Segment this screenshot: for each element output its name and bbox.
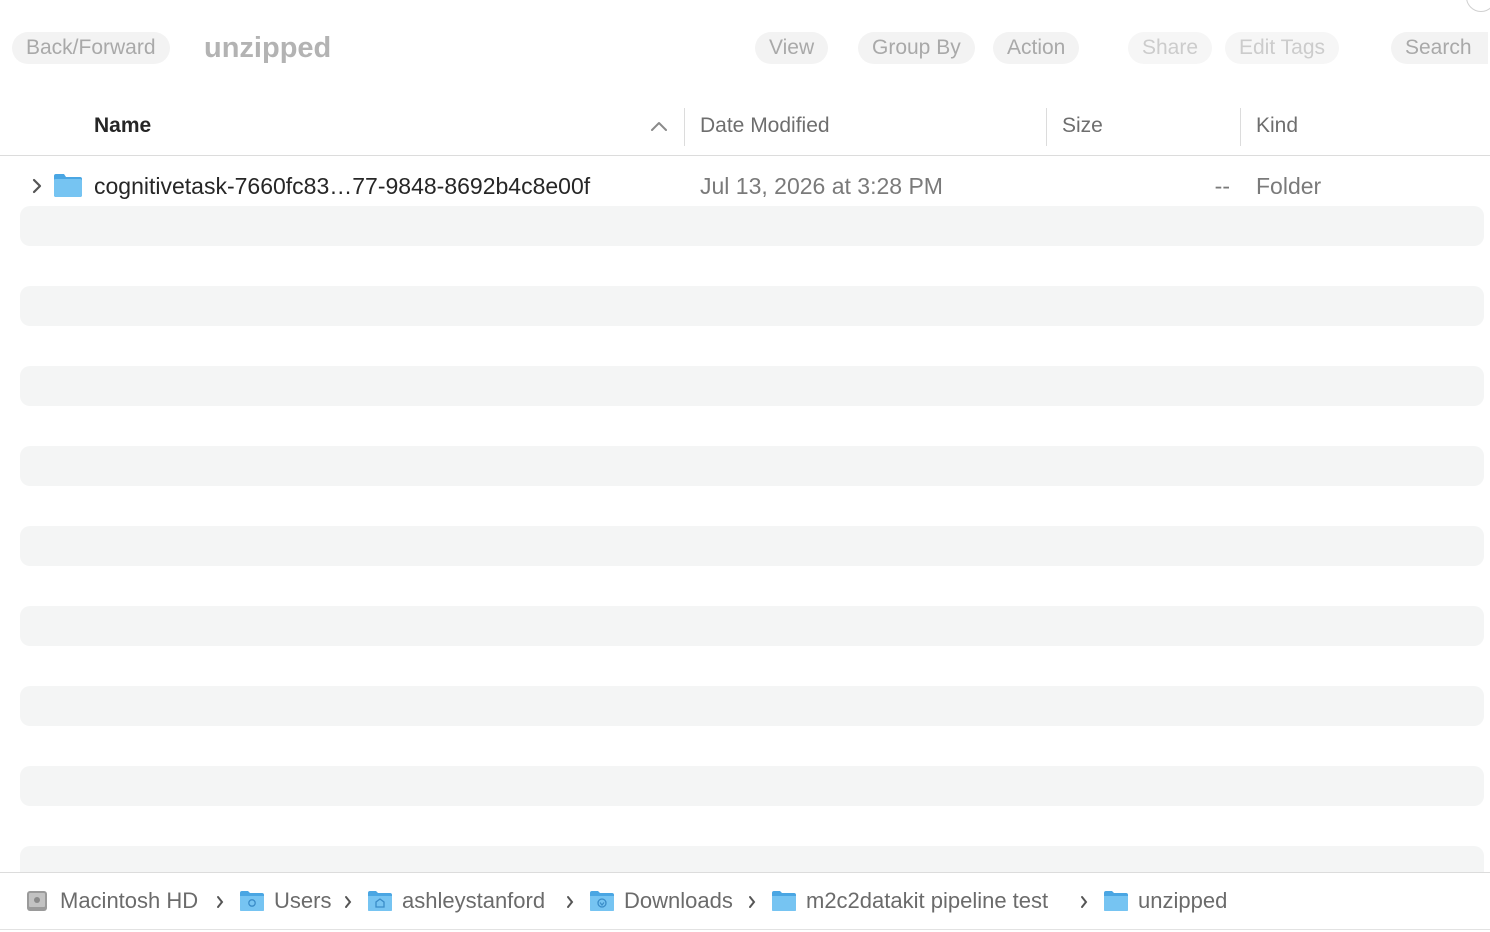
window-corner <box>1466 0 1490 12</box>
group-by-button[interactable]: Group By <box>858 32 975 64</box>
empty-row <box>20 686 1484 726</box>
path-item-ashleystanford[interactable]: ashleystanford <box>402 873 545 929</box>
chevron-right-icon <box>345 896 352 908</box>
file-size: -- <box>1214 173 1230 199</box>
users-folder-icon <box>240 891 264 911</box>
column-date-modified[interactable]: Date Modified <box>700 106 830 146</box>
empty-row <box>20 526 1484 566</box>
column-kind[interactable]: Kind <box>1256 106 1298 146</box>
empty-row <box>20 366 1484 406</box>
edit-tags-button[interactable]: Edit Tags <box>1225 32 1339 64</box>
file-date-modified: Jul 13, 2026 at 3:28 PM <box>700 173 943 199</box>
home-folder-icon <box>368 891 392 911</box>
column-header: Name Date Modified Size Kind <box>0 106 1490 156</box>
empty-row <box>20 446 1484 486</box>
path-item-downloads[interactable]: Downloads <box>624 873 733 929</box>
file-list: cognitivetask-7660fc83…77-9848-8692b4c8e… <box>0 156 1490 872</box>
search-button[interactable]: Search <box>1391 32 1488 64</box>
toolbar: Back/Forward unzipped View Group By Acti… <box>0 0 1490 96</box>
empty-row <box>20 286 1484 326</box>
share-button[interactable]: Share <box>1128 32 1213 64</box>
path-item-macintosh-hd[interactable]: Macintosh HD <box>60 873 198 929</box>
downloads-folder-icon <box>590 891 614 911</box>
empty-row <box>20 846 1484 872</box>
empty-row <box>20 206 1484 246</box>
sort-ascending-icon[interactable] <box>650 118 668 134</box>
action-button[interactable]: Action <box>993 32 1080 64</box>
column-separator[interactable] <box>684 108 685 146</box>
file-name: cognitivetask-7660fc83…77-9848-8692b4c8e… <box>94 173 591 199</box>
file-kind: Folder <box>1256 173 1322 199</box>
column-separator[interactable] <box>1046 108 1047 146</box>
empty-row <box>20 766 1484 806</box>
path-item-unzipped[interactable]: unzipped <box>1138 873 1227 929</box>
hard-drive-icon <box>27 891 47 911</box>
empty-row <box>20 606 1484 646</box>
column-size[interactable]: Size <box>1062 106 1103 146</box>
path-item-users[interactable]: Users <box>274 873 331 929</box>
window-title: unzipped <box>204 32 332 64</box>
path-item-m2c2datakit-pipeline-test[interactable]: m2c2datakit pipeline test <box>806 873 1048 929</box>
folder-icon <box>1104 891 1128 911</box>
finder-window: Back/Forward unzipped View Group By Acti… <box>0 0 1490 932</box>
chevron-right-icon <box>1081 896 1088 908</box>
column-separator[interactable] <box>1240 108 1241 146</box>
folder-icon <box>772 891 796 911</box>
file-row[interactable]: cognitivetask-7660fc83…77-9848-8692b4c8e… <box>20 166 1484 206</box>
view-button[interactable]: View <box>755 32 829 64</box>
path-bar: Macintosh HD Users ashleystanford Downlo… <box>0 872 1490 930</box>
back-forward-button[interactable]: Back/Forward <box>12 32 170 64</box>
chevron-right-icon <box>749 896 756 908</box>
column-name[interactable]: Name <box>94 106 151 146</box>
window-bottom-border <box>0 929 1490 930</box>
folder-icon <box>54 174 82 197</box>
chevron-right-icon <box>217 896 224 908</box>
chevron-right-icon <box>567 896 574 908</box>
disclosure-triangle-icon[interactable] <box>30 176 44 196</box>
